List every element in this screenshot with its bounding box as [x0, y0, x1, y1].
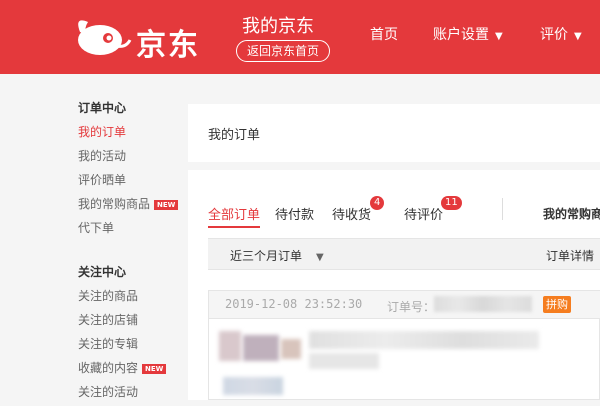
tab-pending-review[interactable]: 待评价: [404, 204, 443, 223]
chevron-down-icon: ▼: [574, 31, 582, 42]
top-header: 京东 我的京东 返回京东首页 首页 账户设置 ▼ 评价 ▼: [0, 0, 600, 74]
sidebar-item-reviews[interactable]: 评价晒单: [78, 170, 178, 190]
tab-pending-receipt[interactable]: 待收货: [332, 204, 371, 223]
time-range-select[interactable]: 近三个月订单 ▼: [230, 247, 324, 264]
jd-logo[interactable]: 京东: [70, 10, 220, 63]
blurred-product-image: [281, 339, 301, 359]
frequent-products-link[interactable]: 我的常购商: [543, 205, 600, 222]
sidebar-item-followed-shops[interactable]: 关注的店铺: [78, 310, 166, 330]
my-jd-title: 我的京东: [242, 16, 314, 37]
sidebar-item-proxy-order[interactable]: 代下单: [78, 218, 178, 238]
sidebar-item-followed-activities[interactable]: 关注的活动: [78, 382, 166, 402]
sidebar-item-my-activities[interactable]: 我的活动: [78, 146, 178, 166]
sidebar-group-follows: 关注中心 关注的商品 关注的店铺 关注的专辑 收藏的内容 NEW 关注的活动: [78, 262, 167, 406]
back-home-button[interactable]: 返回京东首页: [236, 40, 331, 62]
order-time: 2019-12-08 23:52:30: [225, 297, 363, 311]
pending-receipt-count-badge: 4: [370, 196, 385, 210]
tab-pending-payment[interactable]: 待付款: [275, 204, 314, 223]
sidebar-group-title: 订单中心: [78, 101, 127, 115]
sidebar-item-followed-albums[interactable]: 关注的专辑: [78, 334, 166, 354]
sidebar: 订单中心 我的订单 我的活动 评价晒单 我的常购商品 NEW 代下单 关注中心 关…: [0, 74, 188, 400]
page-title: 我的订单: [208, 128, 261, 143]
blurred-order-number: [434, 296, 532, 312]
new-badge: NEW: [142, 363, 167, 374]
tab-all-orders[interactable]: 全部订单: [208, 204, 261, 228]
nav-item-reviews[interactable]: 评价 ▼: [540, 24, 582, 44]
sidebar-item-followed-products[interactable]: 关注的商品: [78, 286, 166, 306]
sidebar-item-frequent-products[interactable]: 我的常购商品 NEW: [78, 194, 179, 214]
order-detail-header: 订单详情: [546, 249, 595, 263]
blurred-product-image: [243, 335, 279, 361]
tab-divider: [502, 198, 503, 220]
brand-name: 京东: [136, 28, 200, 63]
chevron-down-icon: ▼: [316, 252, 324, 263]
chevron-down-icon: ▼: [495, 31, 503, 42]
pingou-tag[interactable]: 拼购: [543, 296, 571, 313]
sidebar-item-my-orders[interactable]: 我的订单: [78, 122, 178, 142]
order-card: 2019-12-08 23:52:30 订单号： 拼购: [208, 290, 600, 400]
jd-mascot-dog-icon: [78, 20, 132, 55]
nav-item-home[interactable]: 首页: [370, 24, 398, 44]
pending-review-count-badge: 11: [441, 196, 462, 210]
nav-item-account-settings[interactable]: 账户设置 ▼: [433, 24, 503, 44]
page-title-panel: 我的订单: [188, 104, 600, 162]
order-number-label: 订单号：: [387, 300, 436, 314]
blurred-product-title: [309, 353, 379, 369]
sidebar-group-orders: 订单中心 我的订单 我的活动 评价晒单 我的常购商品 NEW 代下单: [78, 98, 179, 242]
new-badge: NEW: [154, 199, 179, 210]
order-header: 2019-12-08 23:52:30 订单号： 拼购: [209, 291, 600, 319]
blurred-product-title: [309, 331, 539, 349]
blurred-product-image: [219, 331, 241, 361]
order-filter-bar: 近三个月订单 ▼ 订单详情: [208, 238, 600, 270]
sidebar-group-title: 关注中心: [78, 265, 127, 279]
blurred-product-image: [223, 377, 283, 395]
sidebar-item-saved-content[interactable]: 收藏的内容 NEW: [78, 358, 167, 378]
